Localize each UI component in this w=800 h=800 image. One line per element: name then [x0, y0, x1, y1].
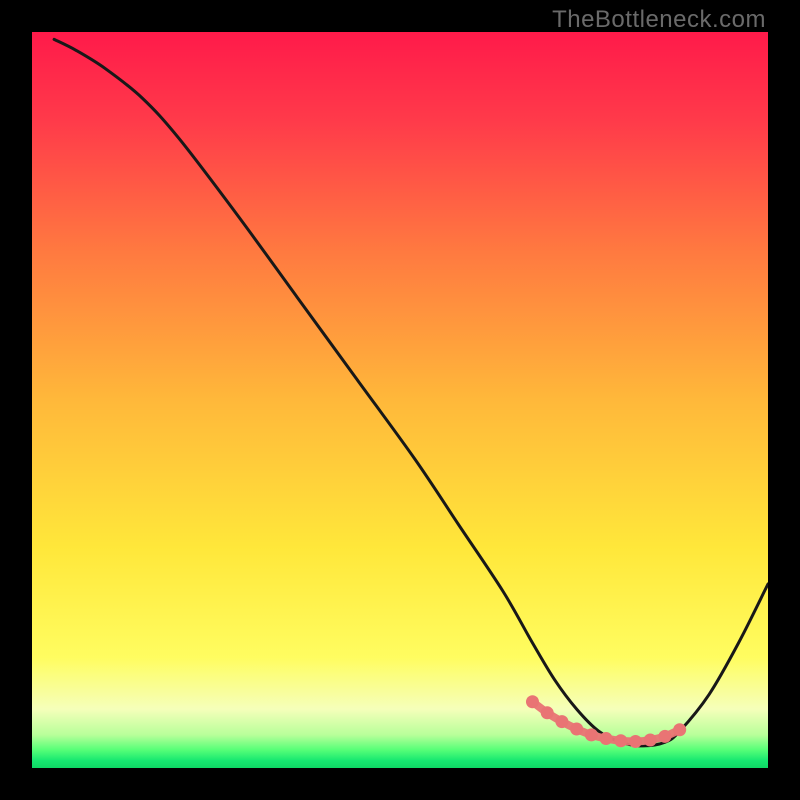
highlight-marker	[600, 732, 613, 745]
highlight-marker	[629, 735, 642, 748]
highlight-marker	[555, 715, 568, 728]
highlight-marker	[526, 695, 539, 708]
highlight-marker	[614, 734, 627, 747]
highlight-marker	[585, 728, 598, 741]
highlight-marker	[644, 734, 657, 747]
bottleneck-chart	[32, 32, 768, 768]
watermark-text: TheBottleneck.com	[552, 6, 766, 34]
highlight-marker	[673, 723, 686, 736]
highlight-marker	[570, 722, 583, 735]
chart-frame	[32, 32, 768, 768]
chart-background	[32, 32, 768, 768]
highlight-marker	[541, 706, 554, 719]
highlight-marker	[658, 730, 671, 743]
